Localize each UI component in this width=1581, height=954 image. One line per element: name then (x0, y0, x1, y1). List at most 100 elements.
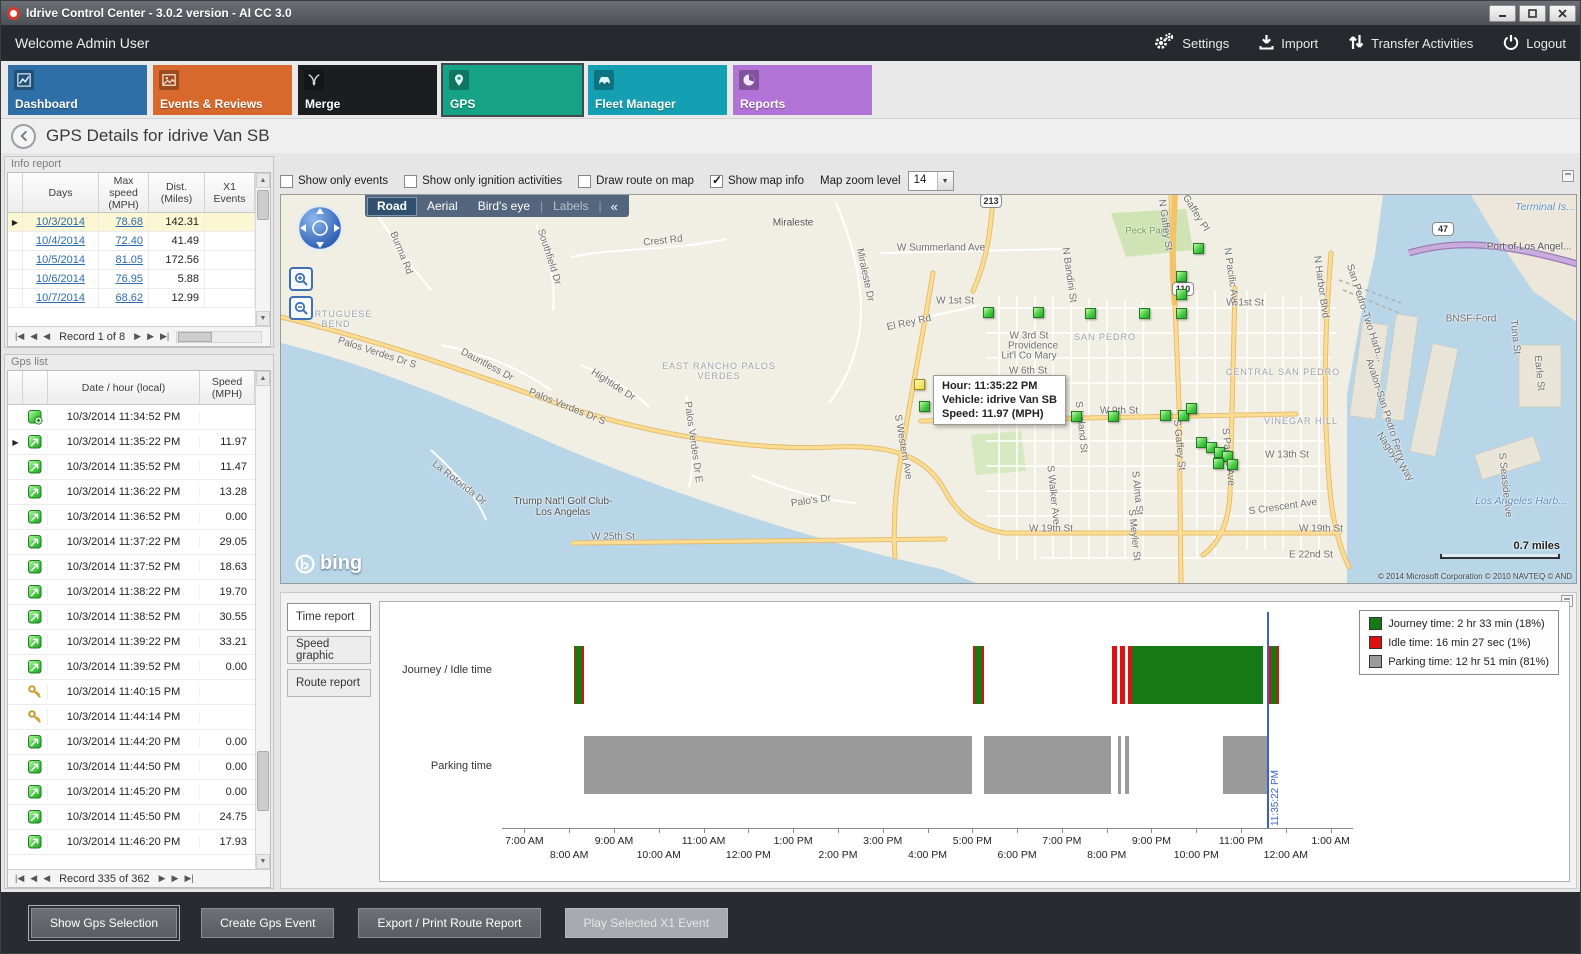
logout-button[interactable]: Logout (1503, 34, 1566, 53)
prev-record-icon[interactable]: ◀ (43, 873, 50, 884)
gps-list-row[interactable]: ▶10/3/2014 11:35:22 PM11.97 (8, 430, 255, 455)
gps-list-row[interactable]: 10/3/2014 11:45:50 PM24.75 (8, 805, 255, 830)
gps-list-row[interactable]: 10/3/2014 11:40:15 PM (8, 680, 255, 705)
gps-list-row[interactable]: 10/3/2014 11:44:20 PM0.00 (8, 730, 255, 755)
gps-list-row[interactable]: 10/3/2014 11:34:52 PM (8, 405, 255, 430)
gps-map-marker[interactable] (1227, 459, 1238, 470)
gps-map-marker[interactable] (1193, 243, 1204, 254)
prev-page-icon[interactable]: ◀ (30, 331, 37, 342)
nav-tile-events-reviews[interactable]: Events & Reviews (153, 65, 292, 115)
tab-time-report[interactable]: Time report (287, 603, 371, 631)
info-report-row[interactable]: 10/4/201472.4041.49 (8, 232, 255, 251)
checkbox-box[interactable] (710, 175, 723, 188)
scroll-down-icon[interactable]: ▼ (256, 311, 270, 326)
gps-map-marker[interactable] (1071, 411, 1082, 422)
scroll-up-icon[interactable]: ▲ (256, 371, 270, 386)
gps-list-row[interactable]: 10/3/2014 11:46:20 PM17.93 (8, 830, 255, 855)
collapse-map-panel-icon[interactable] (1562, 170, 1574, 182)
export-print-route-report-button[interactable]: Export / Print Route Report (358, 908, 540, 938)
map-tab-birds-eye[interactable]: Bird's eye (468, 197, 540, 216)
gps-map-marker[interactable] (983, 307, 994, 318)
chevron-down-icon[interactable]: ▼ (937, 172, 953, 190)
info-report-row[interactable]: ▶10/3/201478.68142.31 (8, 213, 255, 232)
import-button[interactable]: Import (1259, 34, 1318, 53)
scrollbar-thumb[interactable] (257, 190, 269, 220)
next-record-icon[interactable]: ▶ (159, 873, 166, 884)
gps-list-row[interactable]: 10/3/2014 11:36:22 PM13.28 (8, 480, 255, 505)
column-header-max-speed[interactable]: Max speed (MPH) (99, 173, 149, 212)
nav-tile-merge[interactable]: Merge (298, 65, 437, 115)
max-speed-link[interactable]: 76.95 (115, 273, 143, 285)
map-tab-labels[interactable]: Labels (543, 197, 598, 216)
tab-speed-graphic[interactable]: Speed graphic (287, 636, 371, 664)
map-tab-road[interactable]: Road (367, 197, 417, 216)
gps-list-row[interactable]: 10/3/2014 11:39:22 PM33.21 (8, 630, 255, 655)
back-button[interactable] (11, 124, 36, 149)
checkbox-draw-route[interactable]: Draw route on map (578, 175, 694, 188)
day-link[interactable]: 10/5/2014 (36, 254, 85, 266)
day-link[interactable]: 10/3/2014 (36, 216, 85, 228)
checkbox-show-only-events[interactable]: Show only events (280, 175, 388, 188)
gps-list-row[interactable]: 10/3/2014 11:38:52 PM30.55 (8, 605, 255, 630)
map-canvas[interactable]: MiralestePeck ParkW Summerland AveCrest … (280, 194, 1577, 584)
gps-map-marker[interactable] (919, 401, 930, 412)
gps-map-marker[interactable] (1213, 458, 1224, 469)
scrollbar-thumb[interactable] (178, 332, 211, 342)
max-speed-link[interactable]: 72.40 (115, 235, 143, 247)
gps-list-row[interactable]: 10/3/2014 11:35:52 PM11.47 (8, 455, 255, 480)
zoom-out-button[interactable] (289, 296, 313, 320)
prev-record-icon[interactable]: ◀ (43, 331, 50, 342)
close-button[interactable] (1549, 5, 1576, 22)
next-page-icon[interactable]: ▶ (172, 873, 179, 884)
nav-tile-reports[interactable]: Reports (733, 65, 872, 115)
gps-map-marker[interactable] (1139, 308, 1150, 319)
gps-map-marker[interactable] (1108, 411, 1119, 422)
gps-list-row[interactable]: 10/3/2014 11:38:22 PM19.70 (8, 580, 255, 605)
max-speed-link[interactable]: 78.68 (115, 216, 143, 228)
first-page-icon[interactable]: |◀ (15, 873, 24, 884)
checkbox-show-only-ignition[interactable]: Show only ignition activities (404, 175, 562, 188)
show-gps-selection-button[interactable]: Show Gps Selection (31, 908, 177, 938)
nav-tile-gps[interactable]: GPS (443, 65, 582, 115)
gps-list-row[interactable]: 10/3/2014 11:44:50 PM0.00 (8, 755, 255, 780)
gps-list-row[interactable]: 10/3/2014 11:36:52 PM0.00 (8, 505, 255, 530)
last-page-icon[interactable]: ▶| (160, 331, 169, 342)
transfer-activities-button[interactable]: Transfer Activities (1348, 34, 1473, 53)
map-compass-control[interactable] (295, 203, 345, 256)
create-gps-event-button[interactable]: Create Gps Event (201, 908, 334, 938)
day-link[interactable]: 10/6/2014 (36, 273, 85, 285)
gps-map-marker[interactable] (1085, 308, 1096, 319)
scrollbar-thumb[interactable] (257, 751, 269, 811)
map-tab-aerial[interactable]: Aerial (417, 197, 468, 216)
gps-map-marker[interactable] (1160, 410, 1171, 421)
hscrollbar[interactable] (176, 331, 262, 343)
checkbox-box[interactable] (280, 175, 293, 188)
zoom-in-button[interactable] (289, 267, 313, 291)
nav-tile-fleet-manager[interactable]: Fleet Manager (588, 65, 727, 115)
settings-button[interactable]: Settings (1153, 32, 1229, 54)
gps-map-marker[interactable] (1176, 289, 1187, 300)
info-report-row[interactable]: 10/6/201476.955.88 (8, 270, 255, 289)
maximize-button[interactable] (1519, 5, 1546, 22)
gps-map-marker[interactable] (1176, 308, 1187, 319)
day-link[interactable]: 10/7/2014 (36, 292, 85, 304)
gps-list-row[interactable]: 10/3/2014 11:37:52 PM18.63 (8, 555, 255, 580)
tab-route-report[interactable]: Route report (287, 669, 371, 697)
max-speed-link[interactable]: 81.05 (115, 254, 143, 266)
info-report-vscrollbar[interactable]: ▲ ▼ (255, 173, 270, 326)
nav-tile-dashboard[interactable]: Dashboard (8, 65, 147, 115)
gps-list-vscrollbar[interactable]: ▲ ▼ (255, 371, 270, 869)
minimize-button[interactable] (1489, 5, 1516, 22)
gps-list-row[interactable]: 10/3/2014 11:45:20 PM0.00 (8, 780, 255, 805)
next-page-icon[interactable]: ▶ (147, 331, 154, 342)
gps-map-marker[interactable] (1033, 307, 1044, 318)
last-page-icon[interactable]: ▶| (184, 873, 193, 884)
max-speed-link[interactable]: 68.62 (115, 292, 143, 304)
scroll-down-icon[interactable]: ▼ (256, 854, 270, 869)
day-link[interactable]: 10/4/2014 (36, 235, 85, 247)
next-record-icon[interactable]: ▶ (134, 331, 141, 342)
map-zoom-level-select[interactable]: 14 ▼ (908, 171, 954, 191)
gps-list-row[interactable]: 10/3/2014 11:39:52 PM0.00 (8, 655, 255, 680)
checkbox-show-map-info[interactable]: Show map info (710, 175, 804, 188)
first-page-icon[interactable]: |◀ (15, 331, 24, 342)
